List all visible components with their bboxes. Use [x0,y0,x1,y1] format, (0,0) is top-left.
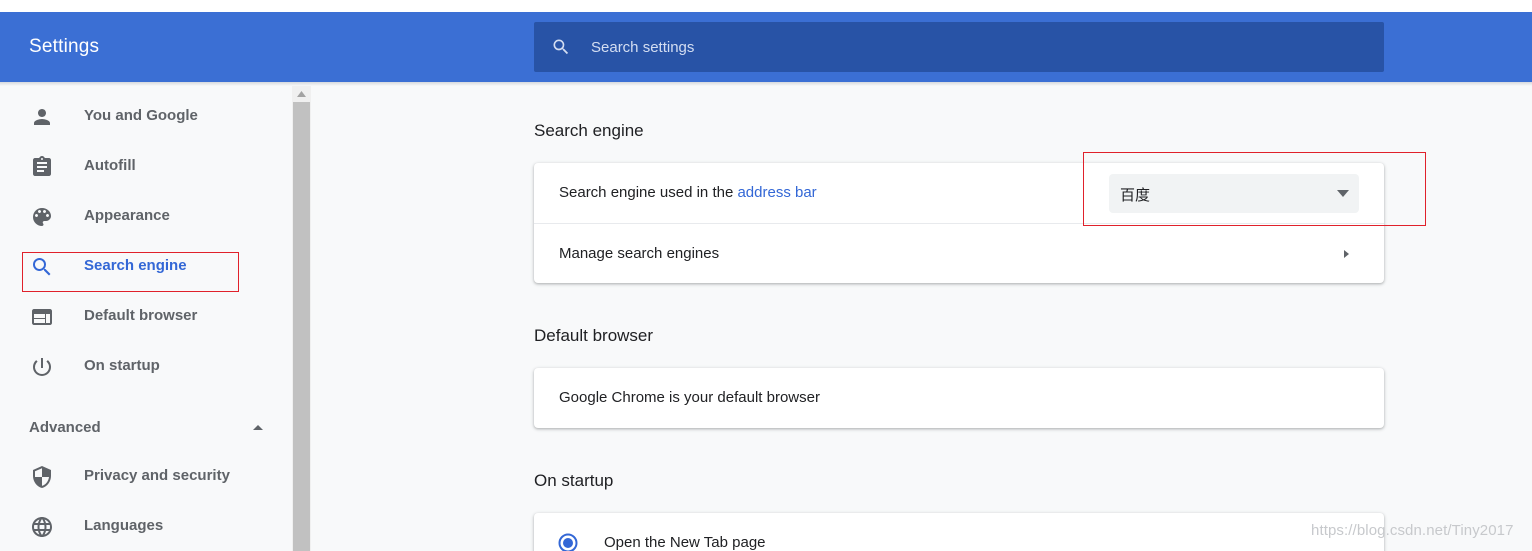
startup-option-label: Open the New Tab page [604,534,766,551]
manage-search-engines-row[interactable]: Manage search engines [534,223,1384,283]
sidebar-item-label: Languages [84,517,164,534]
search-engine-row-prefix: Search engine used in the [559,184,738,201]
palette-icon [33,208,51,226]
manage-search-engines-label: Manage search engines [559,245,720,262]
sidebar-item-label: You and Google [84,107,198,124]
browser-window-icon [32,309,52,325]
power-icon [33,358,51,376]
sidebar-item-you-and-google[interactable]: You and Google [0,95,292,139]
startup-option-new-tab[interactable]: Open the New Tab page [534,513,1384,551]
sidebar-item-label: Privacy and security [84,467,230,484]
scrollbar-thumb[interactable] [293,102,310,551]
sidebar-item-label: Autofill [84,157,136,174]
search-engine-row-text: Search engine used in the address bar [559,184,817,201]
search-settings-box[interactable] [534,22,1384,72]
on-startup-card: Open the New Tab page [534,513,1384,551]
page-title: Settings [29,36,100,57]
sidebar-item-on-startup[interactable]: On startup [0,345,292,389]
clipboard-icon [33,156,51,176]
section-title-search-engine: Search engine [534,121,644,140]
caret-up-icon [253,425,263,430]
sidebar-item-appearance[interactable]: Appearance [0,195,292,239]
shield-icon [33,466,51,488]
section-title-on-startup: On startup [534,471,614,490]
selected-engine-value: 百度 [1120,187,1151,204]
radio-checked-icon[interactable] [558,533,578,551]
sidebar: You and Google Autofill Appearance Searc… [0,86,292,551]
chevron-down-icon [1337,190,1349,197]
default-browser-row: Google Chrome is your default browser [534,368,1384,428]
globe-icon [32,517,52,537]
sidebar-item-languages[interactable]: Languages [0,505,292,549]
sidebar-scrollbar[interactable] [292,86,311,551]
address-bar-link[interactable]: address bar [737,184,816,201]
default-browser-card: Google Chrome is your default browser [534,368,1384,428]
chevron-right-icon [1344,250,1349,258]
sidebar-advanced-toggle[interactable]: Advanced [0,408,292,448]
sidebar-item-label: Appearance [84,207,170,224]
window-top-edge [0,0,1532,12]
person-icon [34,109,50,125]
sidebar-item-privacy-security[interactable]: Privacy and security [0,455,292,499]
sidebar-item-search-engine[interactable]: Search engine [0,245,292,289]
settings-header: Settings [0,12,1532,82]
sidebar-item-autofill[interactable]: Autofill [0,145,292,189]
advanced-label: Advanced [29,419,101,436]
default-browser-status: Google Chrome is your default browser [559,389,820,406]
section-title-default-browser: Default browser [534,326,654,345]
watermark: https://blog.csdn.net/Tiny2017 [1311,522,1514,539]
scroll-up-arrow-icon[interactable] [297,91,306,97]
sidebar-item-default-browser[interactable]: Default browser [0,295,292,339]
search-icon [553,39,569,55]
search-engine-card: Search engine used in the address bar 百度… [534,163,1384,283]
search-engine-select[interactable]: 百度 [1109,174,1359,213]
sidebar-item-label: Default browser [84,307,198,324]
search-input[interactable] [591,22,1351,72]
settings-window: Settings You and Google Autofill Ap [0,0,1532,551]
search-icon [33,258,51,276]
sidebar-item-label: On startup [84,357,160,374]
sidebar-item-label: Search engine [84,257,187,274]
search-engine-row: Search engine used in the address bar 百度 [534,163,1384,223]
